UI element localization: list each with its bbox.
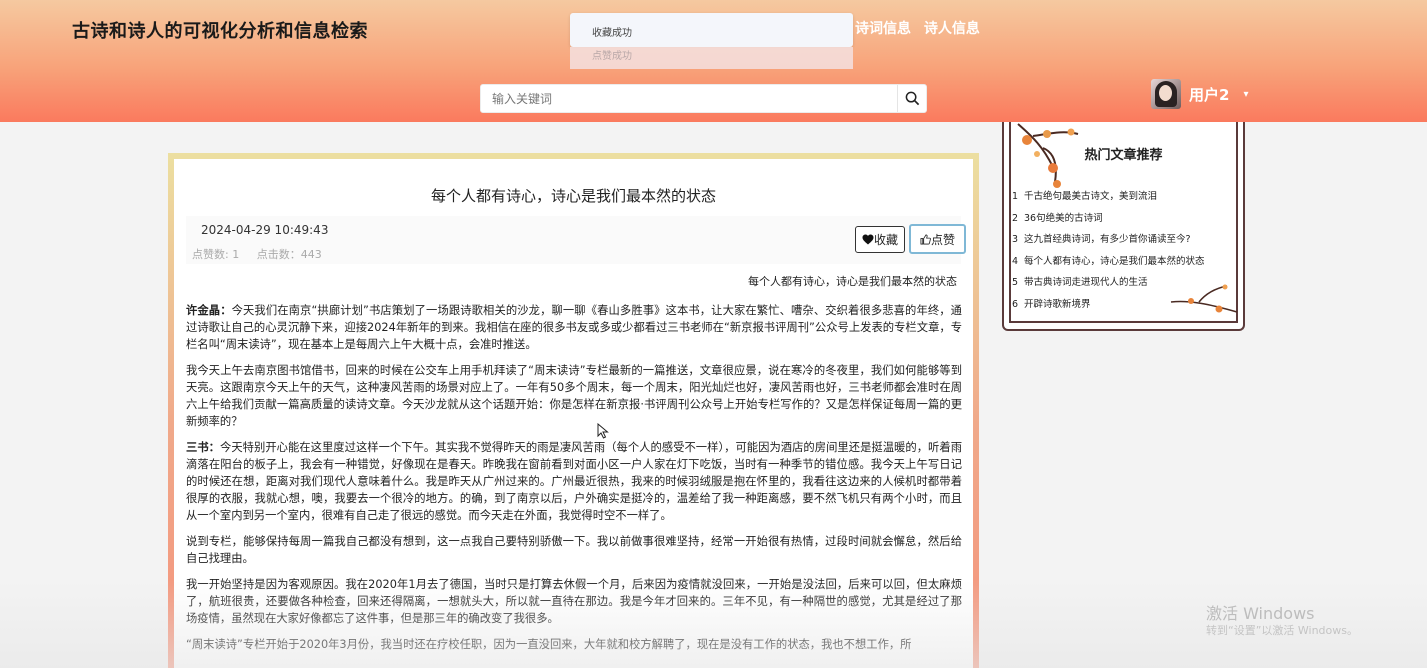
article-date: 2024-04-29 10:49:43 <box>201 223 329 237</box>
activation-watermark-title: 激活 Windows <box>1206 604 1315 623</box>
article-meta: 2024-04-29 10:49:43 点赞数: 1 点击数：443 收藏 点赞 <box>186 216 966 264</box>
avatar[interactable] <box>1151 79 1181 109</box>
hot-article-item[interactable]: 5 带古典诗词走进现代人的生活 <box>1012 274 1205 296</box>
paragraph: “周末读诗”专栏开始于2020年3月份，我当时还在疗校任职，因为一直没回来，大年… <box>186 638 912 651</box>
site-title: 古诗和诗人的可视化分析和信息检索 <box>72 21 368 42</box>
user-menu[interactable]: 用户2 ▾ <box>1151 79 1248 109</box>
hot-articles-list: 1 千古绝句最美古诗文，美到流泪 2 36句绝美的古诗词 3 这九首经典诗词，有多少首… <box>1012 188 1205 318</box>
hot-articles-panel: 热门文章推荐 1 千古绝句最美古诗文，美到流泪 2 36句绝美的古诗词 3 这九首经典… <box>1002 122 1245 331</box>
hot-articles-title: 热门文章推荐 <box>1084 148 1163 163</box>
hot-article-item[interactable]: 3 这九首经典诗词，有多少首你诵读至今? <box>1012 231 1205 253</box>
search-input[interactable] <box>481 85 899 112</box>
user-name[interactable]: 用户2 <box>1189 84 1229 105</box>
hot-article-item[interactable]: 6 开辟诗歌新境界 <box>1012 296 1205 318</box>
favorite-label: 收藏 <box>873 233 898 247</box>
like-button[interactable]: 点赞 <box>909 224 966 254</box>
article-frame: 每个人都有诗心，诗心是我们最本然的状态 2024-04-29 10:49:43 … <box>168 153 979 668</box>
chevron-down-icon[interactable]: ▾ <box>1243 89 1248 100</box>
paragraph: 三书：今天特别开心能在这里度过这样一个下午。其实我不觉得昨天的雨是凄风苦雨（每个… <box>186 441 962 522</box>
header-bar: 古诗和诗人的可视化分析和信息检索 诗词信息 诗人信息 收藏成功 点赞成功 用户2… <box>0 0 1427 122</box>
toast-like-success: 点赞成功 <box>570 47 853 69</box>
search-box <box>480 84 927 113</box>
like-count: 点赞数: 1 <box>192 248 240 261</box>
paragraph: 我今天上午去南京图书馆借书，回来的时候在公交车上用手机拜读了“周末读诗”专栏最新… <box>186 364 962 428</box>
nav-poem-info[interactable]: 诗词信息 <box>855 21 911 37</box>
hot-article-item[interactable]: 1 千古绝句最美古诗文，美到流泪 <box>1012 188 1205 210</box>
paragraph: 说到专栏，能够保持每周一篇我自己都没有想到，这一点我自己要特别骄傲一下。我以前做… <box>186 535 962 565</box>
search-button[interactable] <box>897 85 926 112</box>
toast-favorite-success: 收藏成功 <box>570 13 853 47</box>
article-subtitle: 每个人都有诗心，诗心是我们最本然的状态 <box>748 275 957 288</box>
article-title: 每个人都有诗心，诗心是我们最本然的状态 <box>430 187 716 205</box>
like-label: 点赞 <box>930 232 955 247</box>
top-nav: 诗词信息 诗人信息 <box>855 18 988 38</box>
paragraph: 许金晶：今天我们在南京“拱廊计划”书店策划了一场跟诗歌相关的沙龙，聊一聊《春山多… <box>186 304 962 351</box>
toast-stack: 收藏成功 点赞成功 <box>570 13 853 69</box>
search-icon <box>905 91 919 106</box>
hot-article-item[interactable]: 4 每个人都有诗心，诗心是我们最本然的状态 <box>1012 253 1205 275</box>
article-card: 每个人都有诗心，诗心是我们最本然的状态 2024-04-29 10:49:43 … <box>174 159 973 668</box>
mouse-cursor-icon <box>597 423 609 439</box>
favorite-button[interactable]: 收藏 <box>855 226 905 253</box>
paragraph: 我一开始坚持是因为客观原因。我在2020年1月去了德国，当时只是打算去休假一个月… <box>186 578 962 625</box>
hot-article-item[interactable]: 2 36句绝美的古诗词 <box>1012 210 1205 232</box>
activation-watermark-subtitle: 转到“设置”以激活 Windows。 <box>1206 624 1358 637</box>
click-count: 点击数：443 <box>256 248 322 261</box>
heart-icon <box>862 234 874 245</box>
thumbs-up-icon <box>920 234 931 244</box>
hot-articles-inner: 热门文章推荐 1 千古绝句最美古诗文，美到流泪 2 36句绝美的古诗词 3 这九首经典… <box>1009 122 1238 323</box>
nav-poet-info[interactable]: 诗人信息 <box>924 21 980 37</box>
article-stats: 点赞数: 1 点击数：443 <box>192 246 336 262</box>
article-body: 许金晶：今天我们在南京“拱廊计划”书店策划了一场跟诗歌相关的沙龙，聊一聊《春山多… <box>186 302 962 662</box>
